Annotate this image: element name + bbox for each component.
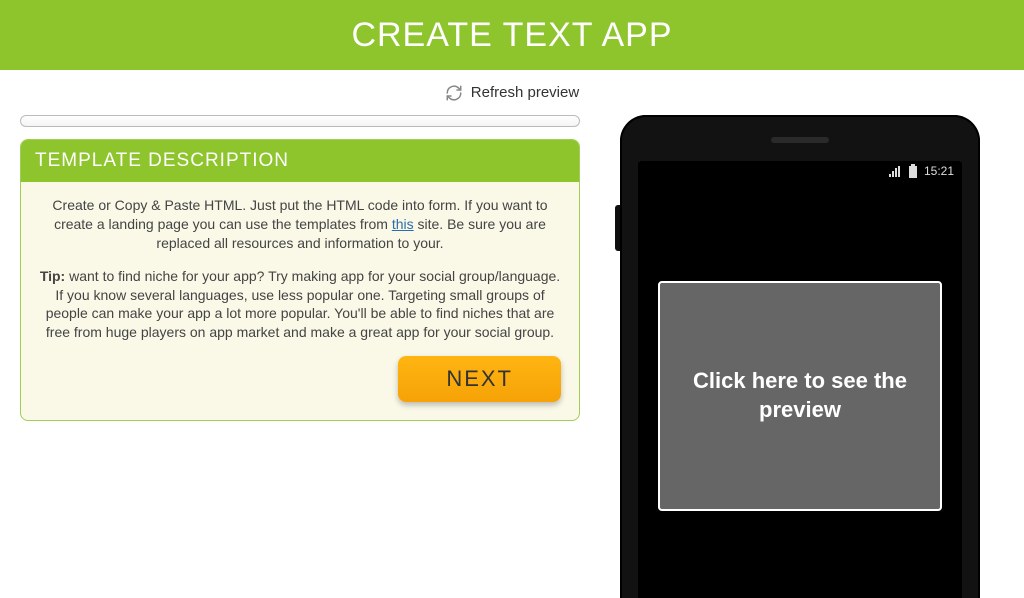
signal-icon <box>888 164 902 178</box>
next-button[interactable]: NEXT <box>398 356 561 402</box>
status-bar: 15:21 <box>638 161 962 181</box>
battery-icon <box>908 164 918 179</box>
description-paragraph: Create or Copy & Paste HTML. Just put th… <box>39 196 561 253</box>
status-time: 15:21 <box>924 164 954 178</box>
templates-link[interactable]: this <box>392 216 414 232</box>
phone-side-button <box>615 205 620 251</box>
tip-label: Tip: <box>40 268 65 284</box>
phone-speaker <box>771 137 829 143</box>
tip-text: want to find niche for your app? Try mak… <box>46 268 560 341</box>
preview-placeholder[interactable]: Click here to see the preview <box>658 281 942 511</box>
tip-paragraph: Tip: want to find niche for your app? Tr… <box>39 267 561 343</box>
template-description-panel: TEMPLATE DESCRIPTION Create or Copy & Pa… <box>20 139 580 421</box>
phone-screen: 15:21 Click here to see the preview <box>638 161 962 598</box>
refresh-label: Refresh preview <box>471 84 579 101</box>
phone-mockup: 15:21 Click here to see the preview <box>620 115 980 598</box>
panel-body: Create or Copy & Paste HTML. Just put th… <box>21 182 579 420</box>
progress-bar <box>20 115 580 127</box>
page-title: CREATE TEXT APP <box>351 16 672 55</box>
panel-heading: TEMPLATE DESCRIPTION <box>21 140 579 182</box>
refresh-icon <box>445 84 463 102</box>
page-header: CREATE TEXT APP <box>0 0 1024 70</box>
preview-placeholder-text: Click here to see the preview <box>682 367 918 424</box>
refresh-preview-link[interactable]: Refresh preview <box>0 70 1024 115</box>
